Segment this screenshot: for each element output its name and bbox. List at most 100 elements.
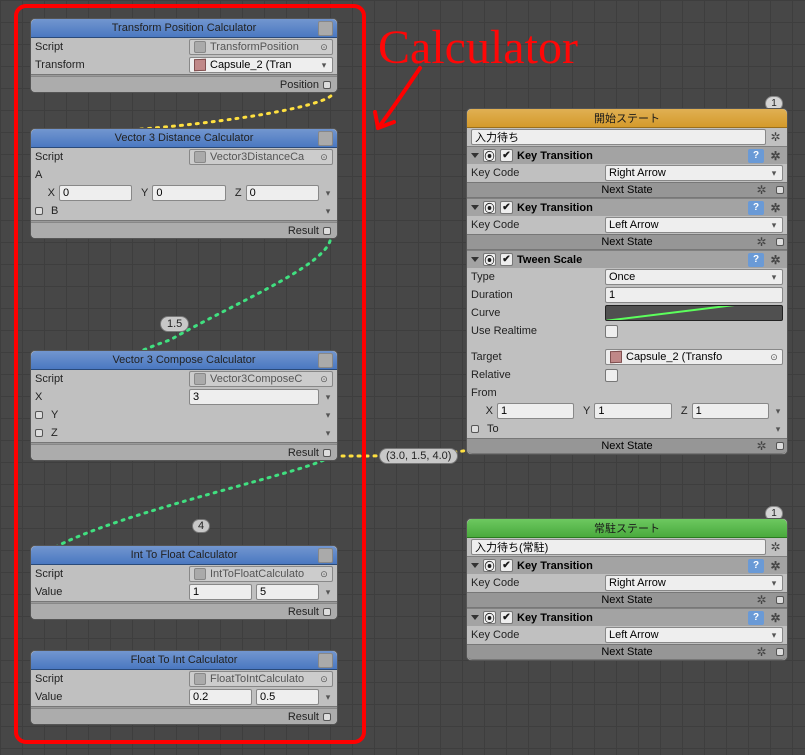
active-checkbox[interactable]: ✔ [500,611,513,624]
a-z-field[interactable]: 0 [246,185,319,201]
port-next-state[interactable] [776,596,784,604]
state-name-field[interactable]: 入力待ち(常駐) [471,539,766,555]
port-next-state[interactable] [776,186,784,194]
dropdown-icon[interactable]: ▾ [773,424,783,434]
a-x-field[interactable]: 0 [59,185,132,201]
node-float-to-int-calculator[interactable]: Float To Int Calculator Script FloatToIn… [30,650,338,725]
port-z-in[interactable] [35,429,43,437]
gear-icon[interactable]: ✲ [754,183,769,197]
gear-icon[interactable]: ✲ [754,593,769,607]
dropdown-icon[interactable]: ▾ [323,428,333,438]
next-state-bar[interactable]: Next State ✲ [467,592,787,608]
gear-icon[interactable]: ✲ [768,253,783,267]
object-picker-icon[interactable]: ⊙ [319,674,329,684]
behavior-header-tween-scale[interactable]: ⦿ ✔ Tween Scale ? ✲ [467,250,787,268]
port-result[interactable] [323,449,331,457]
active-checkbox[interactable]: ✔ [500,149,513,162]
active-checkbox[interactable]: ✔ [500,559,513,572]
help-icon[interactable]: ? [748,559,764,573]
node-header[interactable]: Vector 3 Distance Calculator [31,129,337,148]
dropdown-icon[interactable]: ▾ [323,410,333,420]
curve-field[interactable] [605,305,783,321]
port-to-in[interactable] [471,425,479,433]
duration-field[interactable]: 1 [605,287,783,303]
node-header[interactable]: Float To Int Calculator [31,651,337,670]
dropdown-icon[interactable]: ▾ [323,392,333,402]
relative-checkbox[interactable] [605,369,618,382]
expand-icon[interactable] [471,153,479,158]
value-field-2[interactable]: 0.5 [256,689,319,705]
port-result[interactable] [323,713,331,721]
behavior-header-key-transition[interactable]: ⦿ ✔ Key Transition ? ✲ [467,556,787,574]
node-state-start[interactable]: 開始ステート 入力待ち ✲ ⦿ ✔ Key Transition ? ✲ Key… [466,108,788,455]
enable-checkbox[interactable]: ⦿ [483,149,496,162]
port-next-state[interactable] [776,442,784,450]
enable-checkbox[interactable]: ⦿ [483,611,496,624]
help-icon[interactable]: ? [748,253,764,267]
keycode-field[interactable]: Right Arrow▾ [605,575,783,591]
state-name-field[interactable]: 入力待ち [471,129,766,145]
keycode-field[interactable]: Left Arrow▾ [605,217,783,233]
gear-icon[interactable]: ✲ [754,645,769,659]
node-state-stay[interactable]: 常駐ステート 入力待ち(常駐) ✲ ⦿ ✔ Key Transition ? ✲… [466,518,788,661]
x-field[interactable]: 3 [189,389,319,405]
node-header[interactable]: 開始ステート [467,109,787,128]
behavior-header-key-transition[interactable]: ⦿ ✔ Key Transition ? ✲ [467,198,787,216]
dropdown-icon[interactable]: ▾ [323,587,333,597]
port-result[interactable] [323,227,331,235]
node-vector3-distance-calculator[interactable]: Vector 3 Distance Calculator Script Vect… [30,128,338,239]
help-icon[interactable]: ? [748,201,764,215]
object-picker-icon[interactable]: ⊙ [319,152,329,162]
active-checkbox[interactable]: ✔ [500,253,513,266]
next-state-bar[interactable]: Next State ✲ [467,438,787,454]
node-header[interactable]: 常駐ステート [467,519,787,538]
script-field[interactable]: IntToFloatCalculato⊙ [189,566,333,582]
keycode-field[interactable]: Right Arrow▾ [605,165,783,181]
expand-icon[interactable] [471,257,479,262]
from-y-field[interactable]: 1 [594,403,671,419]
script-field[interactable]: Vector3DistanceCa⊙ [189,149,333,165]
from-x-field[interactable]: 1 [497,403,574,419]
use-realtime-checkbox[interactable] [605,325,618,338]
active-checkbox[interactable]: ✔ [500,201,513,214]
script-field[interactable]: TransformPosition⊙ [189,39,333,55]
target-field[interactable]: Capsule_2 (Transfo⊙ [605,349,783,365]
type-field[interactable]: Once▾ [605,269,783,285]
dropdown-icon[interactable]: ▾ [323,692,333,702]
next-state-bar[interactable]: Next State ✲ [467,644,787,660]
enable-checkbox[interactable]: ⦿ [483,201,496,214]
node-header[interactable]: Vector 3 Compose Calculator [31,351,337,370]
expand-icon[interactable] [471,563,479,568]
port-b-in[interactable] [35,207,43,215]
a-y-field[interactable]: 0 [152,185,225,201]
help-icon[interactable]: ? [748,611,764,625]
next-state-bar[interactable]: Next State ✲ [467,182,787,198]
next-state-bar[interactable]: Next State ✲ [467,234,787,250]
port-next-state[interactable] [776,648,784,656]
port-next-state[interactable] [776,238,784,246]
node-header[interactable]: Transform Position Calculator [31,19,337,38]
help-icon[interactable]: ? [748,149,764,163]
value-field-1[interactable]: 1 [189,584,252,600]
from-z-field[interactable]: 1 [692,403,769,419]
behavior-header-key-transition[interactable]: ⦿ ✔ Key Transition ? ✲ [467,146,787,164]
enable-checkbox[interactable]: ⦿ [483,253,496,266]
gear-icon[interactable]: ✲ [768,130,783,144]
node-int-to-float-calculator[interactable]: Int To Float Calculator Script IntToFloa… [30,545,338,620]
value-field-1[interactable]: 0.2 [189,689,252,705]
dropdown-icon[interactable]: ▾ [773,406,783,416]
transform-field[interactable]: Capsule_2 (Tran▾ [189,57,333,73]
node-header[interactable]: Int To Float Calculator [31,546,337,565]
gear-icon[interactable]: ✲ [754,235,769,249]
enable-checkbox[interactable]: ⦿ [483,559,496,572]
node-vector3-compose-calculator[interactable]: Vector 3 Compose Calculator Script Vecto… [30,350,338,461]
port-position[interactable] [323,81,331,89]
object-picker-icon[interactable]: ⊙ [319,374,329,384]
expand-icon[interactable] [471,615,479,620]
gear-icon[interactable]: ✲ [754,439,769,453]
gear-icon[interactable]: ✲ [768,201,783,215]
object-picker-icon[interactable]: ⊙ [319,42,329,52]
keycode-field[interactable]: Left Arrow▾ [605,627,783,643]
object-picker-icon[interactable]: ⊙ [319,569,329,579]
value-field-2[interactable]: 5 [256,584,319,600]
